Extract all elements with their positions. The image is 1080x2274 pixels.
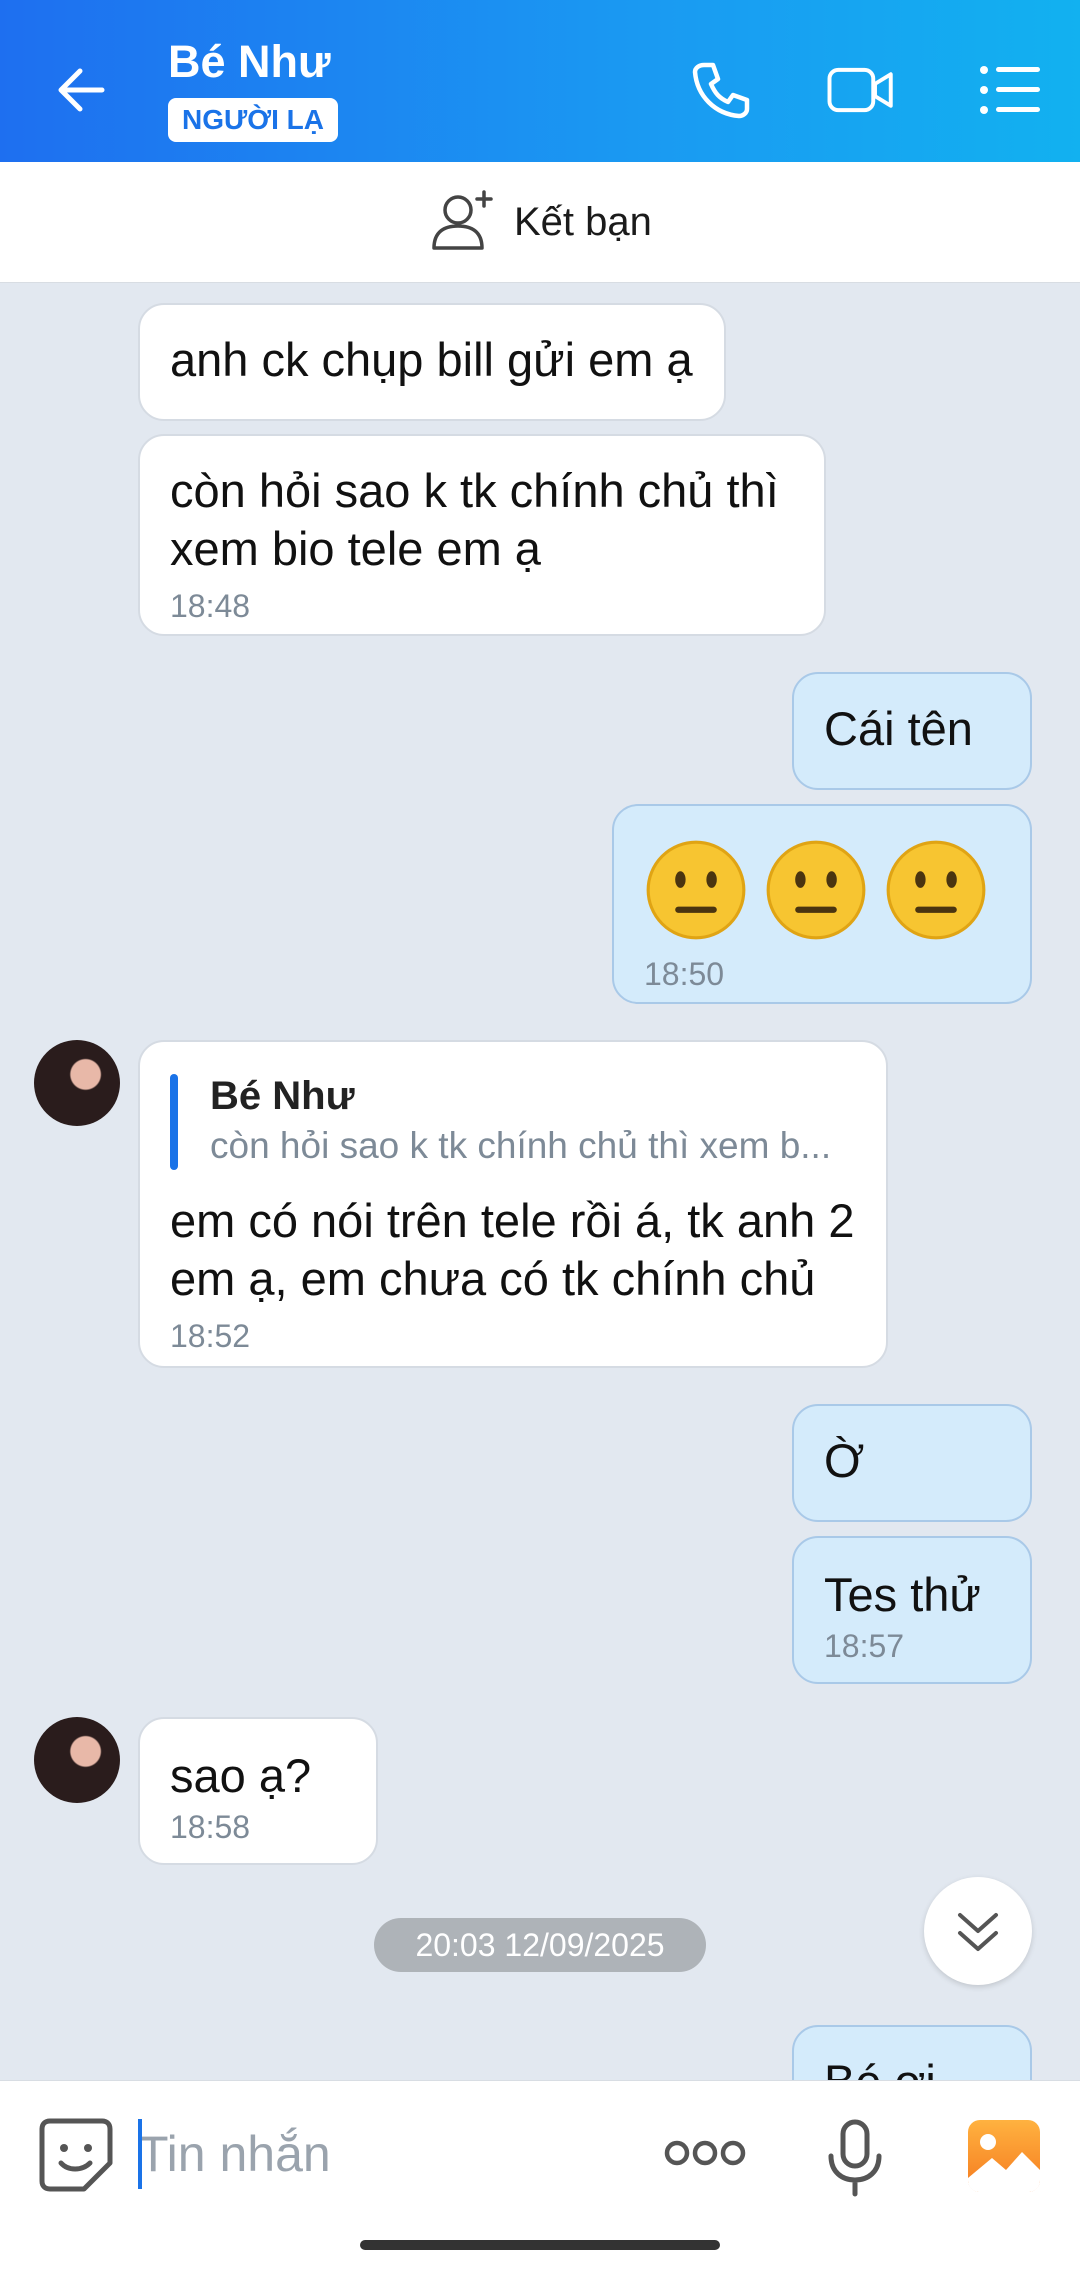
chat-header: Bé Như NGƯỜI LẠ [0,0,1080,162]
add-friend-icon[interactable] [430,188,496,254]
message-bubble-outgoing[interactable]: Ờ [792,1404,1032,1522]
contact-avatar[interactable] [34,1717,120,1803]
message-list[interactable]: anh ck chụp bill gửi em ạ còn hỏi sao k … [0,283,1080,2080]
contact-avatar[interactable] [34,1040,120,1126]
message-text: em có nói trên tele rồi á, tk anh 2 em ạ… [170,1194,855,1305]
back-arrow-icon[interactable] [50,55,120,125]
message-bubble-outgoing[interactable]: Cái tên [792,672,1032,790]
message-bubble-outgoing[interactable]: Bé ơi [792,2025,1032,2080]
emoji-row [644,838,1000,942]
date-separator: 20:03 12/09/2025 [374,1918,706,1972]
phone-call-icon[interactable] [686,55,756,125]
message-time: 18:58 [170,1809,251,1845]
scroll-to-bottom-button[interactable] [924,1877,1032,1985]
message-time: 18:57 [824,1628,905,1664]
sticker-icon[interactable] [36,2115,116,2195]
quote-text: còn hỏi sao k tk chính chủ thì xem b... [210,1125,832,1166]
message-text: Bé ơi [824,2053,1000,2080]
more-options-icon[interactable] [660,2128,750,2178]
message-bubble-incoming[interactable]: sao ạ? 18:58 [138,1717,378,1865]
quote-sender: Bé Như [210,1074,355,1118]
neutral-face-emoji-icon [646,840,746,940]
message-bubble-incoming[interactable]: Bé Như còn hỏi sao k tk chính chủ thì xe… [138,1040,888,1368]
message-time: 18:48 [170,588,251,624]
message-bubble-incoming[interactable]: anh ck chụp bill gửi em ạ [138,303,726,421]
message-text: Cái tên [824,702,973,755]
message-text: còn hỏi sao k tk chính chủ thì xem bio t… [170,464,779,575]
message-bubble-outgoing[interactable]: Tes thử 18:57 [792,1536,1032,1684]
menu-list-icon[interactable] [976,55,1046,125]
home-indicator [360,2240,720,2250]
message-text: sao ạ? [170,1749,312,1802]
message-text: Ờ [824,1434,865,1487]
add-friend-label[interactable]: Kết bạn [514,200,652,245]
neutral-face-emoji-icon [886,840,986,940]
message-bubble-incoming[interactable]: còn hỏi sao k tk chính chủ thì xem bio t… [138,434,826,636]
message-text: anh ck chụp bill gửi em ạ [170,333,693,386]
contact-name[interactable]: Bé Như [168,36,331,88]
message-time: 18:52 [170,1318,251,1354]
microphone-icon[interactable] [820,2118,890,2198]
message-input[interactable] [138,2118,658,2190]
message-text: Tes thử [824,1568,981,1621]
quoted-reply[interactable]: Bé Như còn hỏi sao k tk chính chủ thì xe… [170,1070,856,1170]
text-caret [138,2119,142,2189]
message-bubble-outgoing[interactable]: 18:50 [612,804,1032,1004]
neutral-face-emoji-icon [766,840,866,940]
stranger-badge: NGƯỜI LẠ [168,98,338,142]
video-call-icon[interactable] [826,55,896,125]
message-time: 18:50 [644,956,725,992]
image-gallery-icon[interactable] [966,2118,1042,2194]
double-chevron-down-icon [958,1913,998,1951]
